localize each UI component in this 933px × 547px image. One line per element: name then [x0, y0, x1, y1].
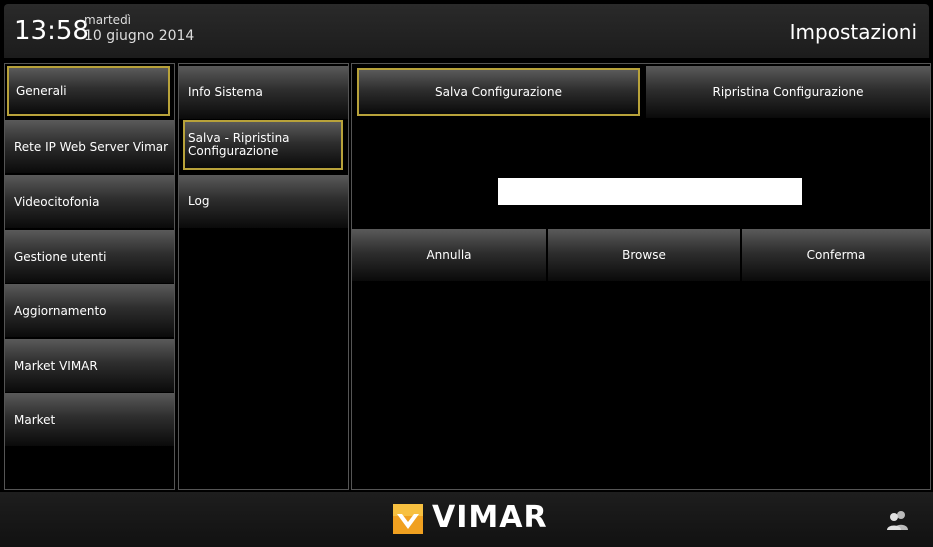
save-config-label: Salva Configurazione — [435, 85, 562, 99]
submenu-item-label: Salva - Ripristina Configurazione — [188, 131, 290, 158]
page-title: Impostazioni — [789, 20, 917, 44]
footer-bar: VIMAR — [0, 492, 933, 547]
sub-menu: Info Sistema Salva - Ripristina Configur… — [178, 63, 349, 490]
menu-item-gestione-utenti[interactable]: Gestione utenti — [5, 230, 174, 283]
weekday-label: martedì — [84, 13, 132, 27]
save-config-button[interactable]: Salva Configurazione — [357, 68, 640, 116]
main-menu: Generali Rete IP Web Server Vimar Videoc… — [4, 63, 175, 490]
content-panel: Salva Configurazione Ripristina Configur… — [351, 63, 931, 490]
menu-item-rete-ip[interactable]: Rete IP Web Server Vimar — [5, 120, 174, 173]
submenu-item-log[interactable]: Log — [179, 175, 348, 228]
restore-config-button[interactable]: Ripristina Configurazione — [646, 66, 930, 118]
browse-button[interactable]: Browse — [548, 229, 740, 281]
browse-label: Browse — [622, 248, 666, 262]
clock-time: 13:58 — [14, 16, 89, 46]
menu-item-label: Gestione utenti — [14, 249, 107, 264]
vimar-logo-icon — [393, 504, 423, 534]
restore-config-label: Ripristina Configurazione — [712, 85, 864, 99]
menu-item-label: Aggiornamento — [14, 303, 107, 318]
submenu-item-info-sistema[interactable]: Info Sistema — [179, 66, 348, 119]
submenu-item-salva-ripristina[interactable]: Salva - Ripristina Configurazione — [183, 120, 343, 170]
menu-item-label: Market — [14, 412, 56, 427]
annulla-label: Annulla — [426, 248, 472, 262]
conferma-button[interactable]: Conferma — [742, 229, 930, 281]
annulla-button[interactable]: Annulla — [352, 229, 546, 281]
menu-item-market[interactable]: Market — [5, 393, 174, 446]
header-bar: 13:58 martedì 10 giugno 2014 Impostazion… — [4, 4, 929, 58]
menu-item-generali[interactable]: Generali — [7, 66, 170, 116]
menu-item-market-vimar[interactable]: Market VIMAR — [5, 339, 174, 392]
conferma-label: Conferma — [806, 248, 866, 262]
date-label: 10 giugno 2014 — [84, 28, 195, 44]
menu-item-label: Market VIMAR — [14, 358, 98, 373]
menu-item-label: Generali — [16, 84, 67, 98]
submenu-item-label: Info Sistema — [188, 85, 263, 99]
menu-item-label: Rete IP Web Server Vimar — [14, 139, 169, 154]
brand-name: VIMAR — [432, 500, 548, 535]
menu-item-label: Videocitofonia — [14, 194, 100, 209]
menu-item-aggiornamento[interactable]: Aggiornamento — [5, 284, 174, 337]
file-path-field[interactable] — [498, 178, 802, 205]
users-icon[interactable] — [887, 510, 909, 530]
menu-item-videocitofonia[interactable]: Videocitofonia — [5, 175, 174, 228]
submenu-item-label: Log — [188, 194, 210, 208]
